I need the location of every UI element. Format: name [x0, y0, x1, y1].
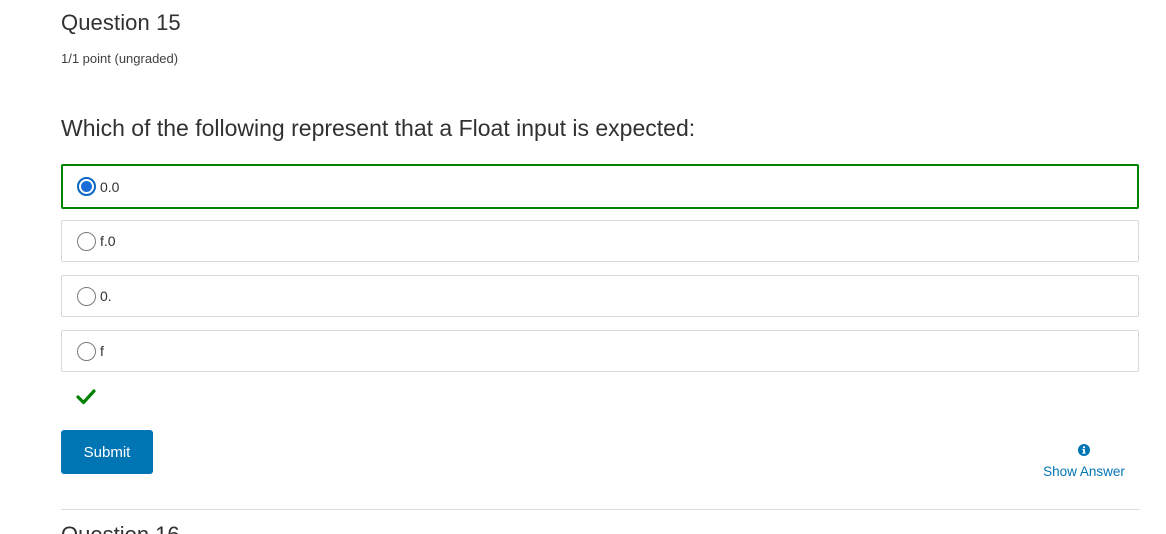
next-question-title: Question 16: [61, 522, 180, 534]
question-prompt: Which of the following represent that a …: [61, 115, 696, 141]
info-icon: [1078, 444, 1090, 456]
choice-option-4[interactable]: f: [61, 330, 1139, 372]
choice-option-2[interactable]: f.0: [61, 220, 1139, 262]
radio-button[interactable]: [77, 231, 96, 251]
question-points: 1/1 point (ungraded): [61, 51, 179, 66]
radio-button[interactable]: [77, 286, 96, 306]
question-title: Question 15: [61, 10, 181, 35]
submit-button[interactable]: Submit: [61, 430, 153, 474]
choice-label: 0.: [100, 288, 112, 304]
choice-option-3[interactable]: 0.: [61, 275, 1139, 317]
choice-label: 0.0: [100, 178, 120, 195]
choice-label: f.0: [100, 233, 116, 249]
section-divider: [61, 509, 1140, 510]
radio-selected-dot: [81, 181, 92, 192]
show-answer-button[interactable]: Show Answer: [1036, 443, 1132, 479]
radio-button[interactable]: [77, 177, 96, 196]
radio-button[interactable]: [77, 341, 96, 361]
choice-label: f: [100, 343, 104, 359]
show-answer-label: Show Answer: [1043, 464, 1125, 479]
problem-page: Question 15 1/1 point (ungraded) Which o…: [0, 0, 1166, 534]
checkmark-icon: [76, 389, 96, 405]
choice-option-1[interactable]: 0.0: [61, 164, 1139, 209]
